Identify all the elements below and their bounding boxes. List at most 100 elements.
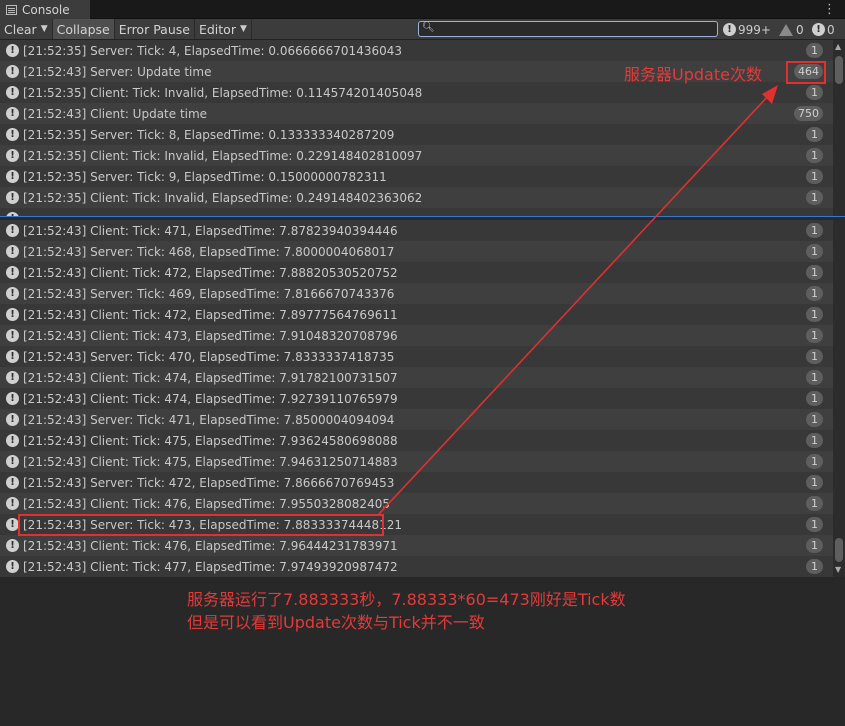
log-row[interactable]: ! [21:52:35] Server: Tick: 8, ElapsedTime… [0,124,833,145]
count-badge: 1 [806,244,823,259]
info-icon: ! [6,128,19,141]
tab-bar: Console ⋮ [0,0,845,19]
log-text: [21:52:43] Client: Tick: 477, ElapsedTim… [23,559,398,574]
log-text: [21:52:35] Server: Tick: 4, ElapsedTime:… [23,43,403,58]
log-row[interactable]: ! [21:52:43] Client: Tick: 474, ElapsedTi… [0,367,833,388]
log-row[interactable]: ! [21:52:43] Client: Tick: 477, ElapsedTi… [0,556,833,577]
log-text: [21:52:43] Client: Tick: 472, ElapsedTim… [23,307,398,322]
count-badge: 1 [806,265,823,280]
count-badge: 1 [806,517,823,532]
count-badge: 1 [806,328,823,343]
upper-scroll-thumb[interactable] [835,56,843,84]
info-icon: ! [6,191,19,204]
tab-title: Console [22,2,70,17]
log-row[interactable]: ! [21:52:43] Server: Tick: 468, ElapsedTi… [0,241,833,262]
log-row-highlighted[interactable]: ! [21:52:43] Server: Tick: 473, ElapsedTi… [0,514,833,535]
info-icon: ! [6,434,19,447]
count-badge: 1 [806,127,823,142]
log-text: [21:52:43] Client: Tick: 476, ElapsedTim… [23,496,390,511]
count-badge: 464 [794,64,823,79]
log-row[interactable]: ! [21:52:43] Client: Tick: 475, ElapsedTi… [0,451,833,472]
log-row[interactable]: ! [21:52:35] Client: Tick: Invalid, Elaps… [0,145,833,166]
info-icon: ! [6,149,19,162]
info-icon: ! [6,455,19,468]
clear-button[interactable]: Clear ▼ [0,19,53,39]
log-row[interactable]: ! [21:52:35] Server: Tick: 4, ElapsedTime… [0,40,833,61]
count-badge: 1 [806,148,823,163]
explain-line-1: 服务器运行了7.883333秒，7.88333*60=473刚好是Tick数 [187,590,626,609]
error-counter-toggle[interactable]: ! 0 [812,19,835,40]
log-text: [21:52:43] Server: Tick: 469, ElapsedTim… [23,286,395,301]
info-icon: ! [6,245,19,258]
count-badge: 1 [806,349,823,364]
collapse-toggle[interactable]: Collapse [52,19,115,39]
log-list-lower[interactable]: ! [21:52:43] Client: Tick: 471, ElapsedTi… [0,220,845,577]
editor-dropdown[interactable]: Editor ▼ [195,19,252,39]
scroll-up-icon[interactable]: ▲ [835,42,841,51]
info-icon: ! [6,392,19,405]
log-text: [21:52:43] Client: Tick: 473, ElapsedTim… [23,328,398,343]
info-counter-toggle[interactable]: ! 999+ [723,19,771,40]
log-row[interactable]: ! [21:52:43] Client: Tick: 475, ElapsedTi… [0,430,833,451]
log-row-partial[interactable]: ! [0,208,833,216]
log-row[interactable]: ! [21:52:43] Server: Tick: 470, ElapsedTi… [0,346,833,367]
info-icon: ! [723,23,736,36]
count-badge: 1 [806,85,823,100]
update-count-note: 服务器Update次数 [624,65,762,84]
lower-scrollbar[interactable]: ▼ [833,220,845,577]
log-row[interactable]: ! [21:52:43] Server: Tick: 469, ElapsedTi… [0,283,833,304]
log-row[interactable]: ! [21:52:43] Client: Tick: 471, ElapsedTi… [0,220,833,241]
warning-icon [779,23,793,36]
log-row[interactable]: ! [21:52:43] Client: Update time 750 [0,103,833,124]
info-icon: ! [6,329,19,342]
kebab-menu-icon[interactable]: ⋮ [823,2,836,17]
lower-scroll-thumb[interactable] [835,538,843,562]
info-icon: ! [6,44,19,57]
log-row[interactable]: ! [21:52:43] Client: Tick: 476, ElapsedTi… [0,535,833,556]
log-row[interactable]: ! [21:52:43] Client: Tick: 472, ElapsedTi… [0,304,833,325]
log-row[interactable]: ! [21:52:43] Server: Tick: 472, ElapsedTi… [0,472,833,493]
warning-counter-toggle[interactable]: 0 [779,19,804,40]
info-icon: ! [6,497,19,510]
log-text: [21:52:43] Client: Update time [23,106,208,121]
count-badge: 1 [806,412,823,427]
count-badge: 1 [806,307,823,322]
info-icon: ! [6,518,19,531]
log-row[interactable]: ! [21:52:35] Client: Tick: Invalid, Elaps… [0,82,833,103]
log-text: [21:52:43] Client: Tick: 471, ElapsedTim… [23,223,398,238]
log-row[interactable]: ! [21:52:43] Server: Tick: 471, ElapsedTi… [0,409,833,430]
console-toolbar: Clear ▼ Collapse Error Pause Editor ▼ 🔍︎… [0,19,845,40]
log-row[interactable]: ! [21:52:35] Client: Tick: Invalid, Elaps… [0,187,833,208]
log-row[interactable]: ! [21:52:43] Client: Tick: 474, ElapsedTi… [0,388,833,409]
info-icon: ! [6,65,19,78]
editor-label: Editor [198,21,236,37]
info-icon: ! [6,107,19,120]
log-text: [21:52:43] Client: Tick: 474, ElapsedTim… [23,370,398,385]
count-badge: 1 [806,475,823,490]
log-row[interactable]: ! [21:52:35] Server: Tick: 9, ElapsedTime… [0,166,833,187]
count-badge: 1 [806,391,823,406]
info-icon: ! [6,560,19,573]
error-pause-label: Error Pause [118,21,190,37]
log-row[interactable]: ! [21:52:43] Client: Tick: 473, ElapsedTi… [0,325,833,346]
search-input[interactable]: 🔍︎ [418,21,718,37]
upper-scrollbar[interactable]: ▲ [833,40,845,216]
log-row[interactable]: ! [21:52:43] Client: Tick: 476, ElapsedTi… [0,493,833,514]
log-text: [21:52:43] Server: Tick: 472, ElapsedTim… [23,475,395,490]
scroll-down-icon[interactable]: ▼ [835,565,841,574]
log-text: [21:52:43] Server: Tick: 468, ElapsedTim… [23,244,395,259]
log-text: [21:52:35] Client: Tick: Invalid, Elapse… [23,190,423,205]
log-text: [21:52:43] Server: Tick: 471, ElapsedTim… [23,412,395,427]
info-icon: ! [6,308,19,321]
chevron-down-icon: ▼ [239,24,247,34]
tab-console[interactable]: Console [0,0,90,19]
error-count: 0 [827,22,835,37]
clear-dropdown-icon[interactable]: ▼ [41,24,48,34]
info-icon: ! [6,476,19,489]
error-pause-toggle[interactable]: Error Pause [115,19,195,39]
count-badge: 1 [806,496,823,511]
count-badge: 750 [794,106,823,121]
log-text: [21:52:43] Server: Update time [23,64,212,79]
log-row[interactable]: ! [21:52:43] Client: Tick: 472, ElapsedTi… [0,262,833,283]
console-icon [6,4,17,15]
